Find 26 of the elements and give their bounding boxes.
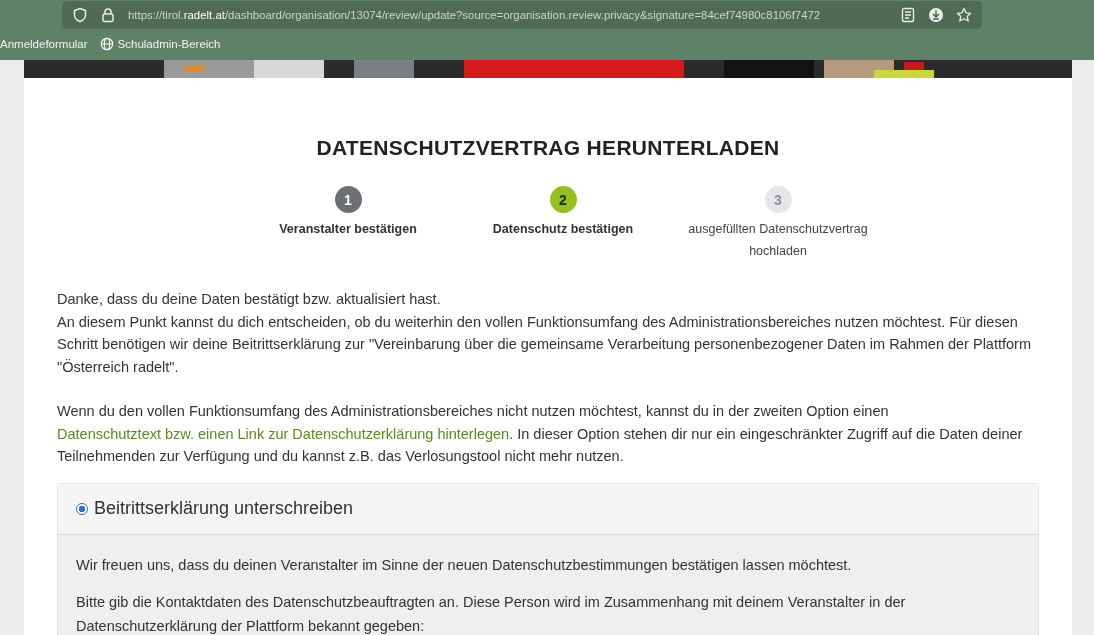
page-title: DATENSCHUTZVERTRAG HERUNTERLADEN [315, 136, 781, 160]
address-bar[interactable]: https://tirol.radelt.at/dashboard/organisation/13074/review/update?source=organisation.review.privacy&signature=84cef74980c8106f7472 [62, 1, 982, 29]
bookmark-star-icon[interactable] [956, 7, 972, 23]
radio-button[interactable] [76, 502, 88, 515]
step-label: ausgefüllten Datenschutzvertrag hochladen [687, 221, 869, 260]
option-text: Bitte gib die Kontaktdaten des Datenschutzbeauftragten an. Diese Person wird im Zusammenhang mit deinem Veranstalter in der Datenschutzerklärung der Plattform bekannt gegeben: [76, 592, 907, 635]
step-number: 1 [334, 186, 362, 213]
option-header[interactable]: Beitrittserklärung unterschreiben [58, 483, 1038, 535]
bookmark-link[interactable]: Anmeldeformular [0, 37, 88, 51]
option-text: Wir freuen uns, dass du deinen Veranstalter im Sinne der neuen Datenschutzbestimmungen bestätigen lassen möchtest. [76, 555, 853, 575]
url-text: https://tirol.radelt.at/dashboard/organisation/13074/review/update?source=organisation.review.privacy&signature=84cef74980c8106f7472 [128, 9, 822, 21]
shield-icon [72, 7, 88, 23]
bookmark-link[interactable]: Schuladmin-Bereich [99, 37, 221, 51]
lock-icon [100, 7, 116, 23]
intro-text: Danke, dass du deine Daten bestätigt bzw. aktualisiert hast. [57, 290, 442, 309]
option-label: Beitrittserklärung unterschreiben [94, 498, 354, 519]
intro-text: An diesem Punkt kannst du dich entscheiden, ob du weiterhin den vollen Funktionsumfang des Administrationsbereiches nutzen möchtest. Für diesen Schritt benötigen wir deine Beitrittserklärung zur "Vereinbarung über die gemeinsame Verarbeitung personenbezogener Daten im Rahmen der Plattform "Österreich radelt". [57, 312, 1032, 377]
option-note-text: Wenn du den vollen Funktionsumfang des Administrationsbereiches nicht nutzen möchtest, kannst du in der zweiten Option einen Datenschutztext bzw. einen Link zur Datenschutzerklärung hinterlegen. In dieser Option stehen dir nur ein eingeschränkter Zugriff auf die Daten deiner Teilnehmenden zur Verfügung und du kannst z.B. das Verlosungstool nicht mehr nutzen. [57, 402, 1024, 466]
privacy-text-link[interactable]: Datenschutztext bzw. einen Link zur Datenschutzerklärung hinterlegen [57, 425, 510, 442]
step-label: Datenschutz bestätigen [491, 221, 635, 238]
step-label: Veranstalter bestätigen [278, 221, 418, 238]
step-number: 2 [549, 186, 577, 213]
globe-icon [99, 37, 114, 51]
step-number: 3 [764, 186, 792, 213]
download-icon[interactable] [928, 7, 944, 23]
reader-view-icon[interactable] [900, 7, 916, 23]
